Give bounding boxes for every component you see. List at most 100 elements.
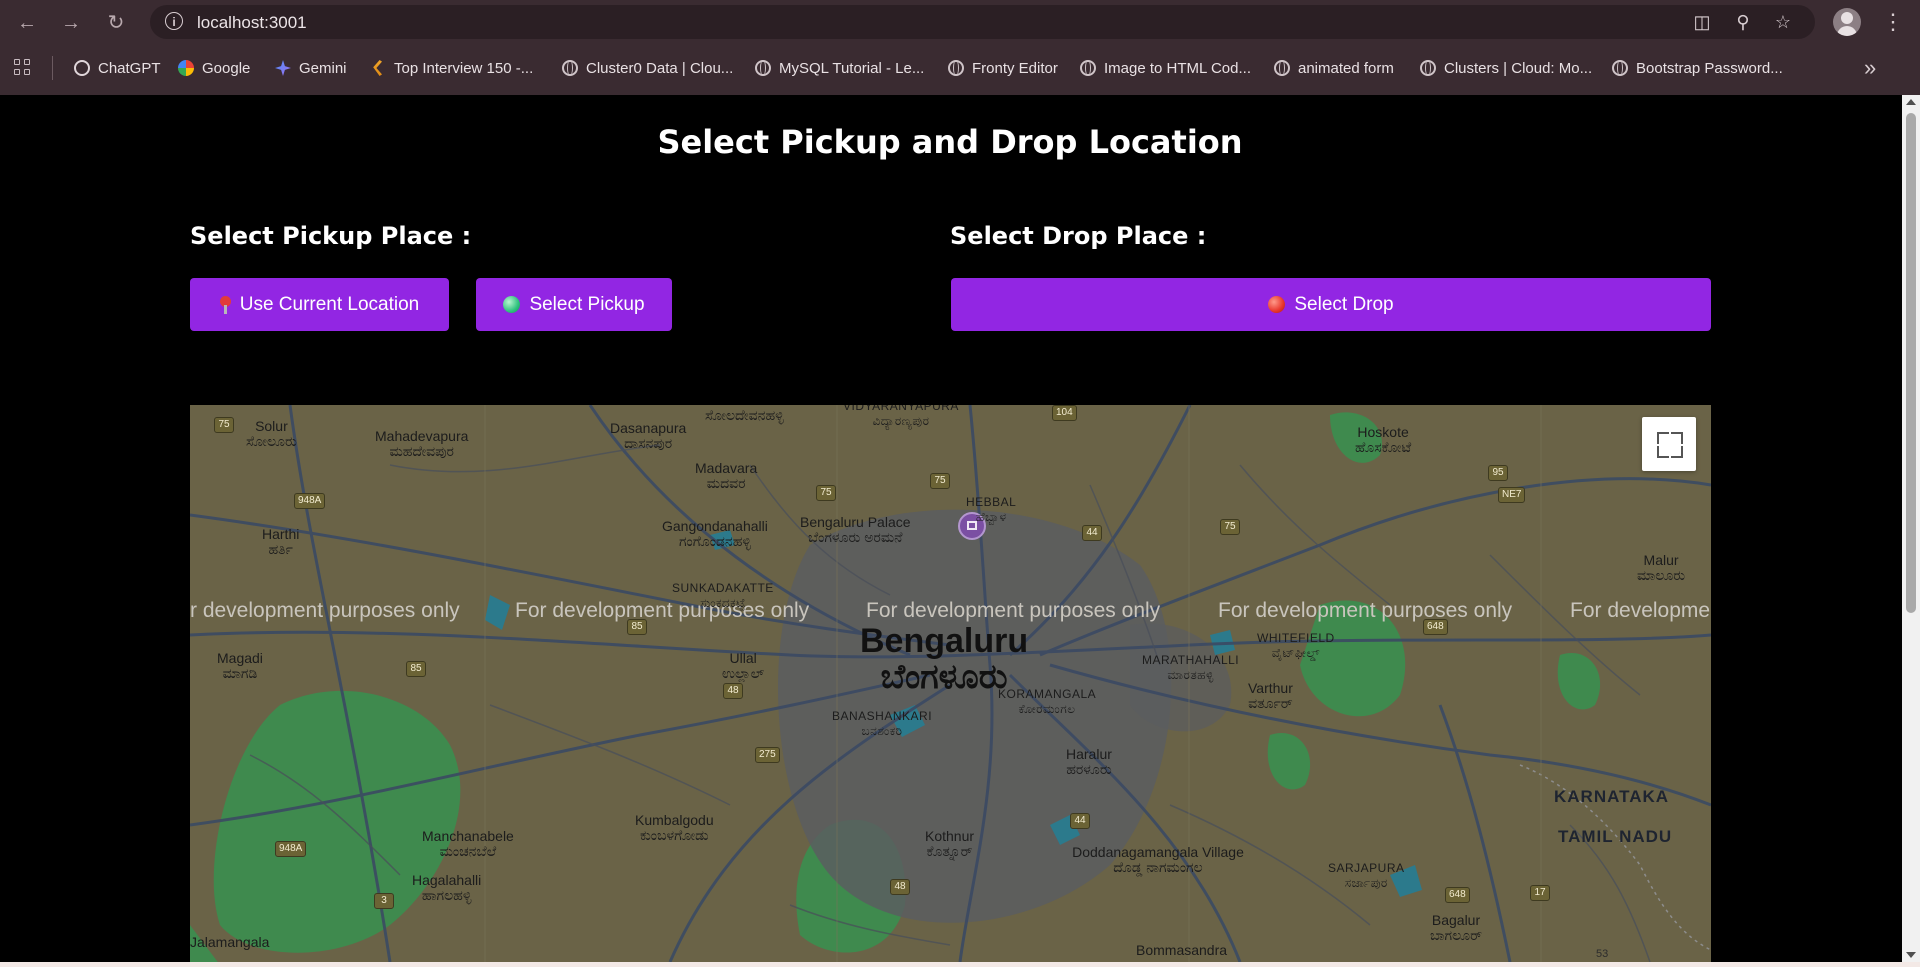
road-shield: 75 [214,417,234,433]
bookmark-item[interactable]: Fronty Editor [948,57,1058,79]
map-place-label: SUNKADAKATTE ಸುಂಕದಕಟ್ಟೆ [672,581,774,610]
bookmark-label: Gemini [299,59,347,77]
map-fullscreen-button[interactable] [1642,417,1696,471]
select-drop-button[interactable]: Select Drop [951,278,1711,331]
browser-chrome: ← → ↻ i localhost:3001 ◫ ⚲ ☆ ⋮ ChatGPT G… [0,0,1920,95]
bookmark-item[interactable]: Image to HTML Cod... [1080,57,1251,79]
globe-icon [562,60,578,76]
page-title: Select Pickup and Drop Location [657,123,1243,161]
dev-watermark: r development purposes only [190,599,460,622]
bookmark-item[interactable]: Top Interview 150 -... [370,57,533,79]
bookmark-label: ChatGPT [98,59,161,77]
select-pickup-button[interactable]: Select Pickup [476,278,672,331]
map-place-label: Hagalahalli ಹಾಗಲಹಳ್ಳಿ [412,872,482,903]
road-shield: 75 [816,485,836,501]
map-city-label: Bengaluru ಬೆಂಗಳೂರು [860,622,1029,696]
bookmark-item[interactable]: Gemini [275,57,347,79]
road-shield: 948A [294,493,326,509]
bookmark-label: MySQL Tutorial - Le... [779,59,925,77]
forward-arrow-icon[interactable]: → [58,10,84,36]
globe-icon [755,60,771,76]
road-shield: 648 [1445,887,1470,903]
map-place-label: Hoskote ಹೊಸಕೋಟೆ [1355,424,1412,455]
map-place-label: Magadi ಮಾಗಡಿ [217,650,263,681]
road-shield: NE7 [1498,487,1526,503]
bookmark-star-icon[interactable]: ☆ [1771,10,1795,34]
globe-icon [1612,60,1628,76]
bookmark-label: Fronty Editor [972,59,1058,77]
map-view[interactable]: r development purposes only For developm… [190,405,1711,962]
zoom-icon[interactable]: ⚲ [1731,10,1755,34]
fullscreen-icon [1657,432,1669,444]
map-attribution: 53 [1596,948,1609,960]
map-place-label: Madavara ಮದವರ [695,460,758,491]
road-shield: 85 [627,619,647,635]
road-shield: 48 [890,879,910,895]
dev-watermark: For development purposes only [866,599,1161,622]
apps-grid-icon[interactable] [14,59,32,77]
install-app-icon[interactable]: ◫ [1690,10,1714,34]
url-text[interactable]: localhost:3001 [197,13,307,33]
bookmark-label: animated form [1298,59,1394,77]
road-shield: 948A [275,841,307,857]
more-bookmarks-icon[interactable]: » [1864,55,1876,81]
map-place-label: VIDYARANYAPURA ವಿದ್ಯಾರಣ್ಯಪುರ [843,405,959,428]
map-place-label: Kothnur ಕೊತ್ನೂರ್ [925,828,975,859]
map-place-label: Mahadevapura ಮಹದೇವಪುರ [375,428,469,459]
browser-menu-icon[interactable]: ⋮ [1882,8,1904,36]
bookmark-item[interactable]: ChatGPT [74,57,161,79]
bookmark-item[interactable]: Bootstrap Password... [1612,57,1783,79]
bookmark-label: Bootstrap Password... [1636,59,1783,77]
scroll-down-arrow-icon[interactable] [1906,952,1916,958]
road-shield: 648 [1423,619,1448,635]
bookmark-item[interactable]: Clusters | Cloud: Mo... [1420,57,1592,79]
map-state-label: TAMIL NADU [1558,827,1673,846]
red-circle-icon [1268,296,1286,313]
address-bar[interactable]: i localhost:3001 ◫ ⚲ ☆ [150,5,1815,39]
road-shield: 44 [1070,813,1090,829]
map-place-label: SARJAPURA ಸರ್ಜಾಪುರ [1328,861,1405,890]
page-content: Select Pickup and Drop Location Select P… [0,95,1902,962]
map-place-label: Jalamangala [190,934,270,950]
site-info-icon[interactable]: i [165,12,183,30]
dev-watermark: For development purposes only [1218,599,1513,622]
drop-section-label: Select Drop Place : [950,222,1207,250]
globe-icon [1420,60,1436,76]
road-shield: 3 [374,893,394,909]
fullscreen-icon [1671,446,1683,458]
map-place-label: WHITEFIELD ವೈಟ್‌ಫೀಲ್ಡ್ [1257,631,1335,660]
back-arrow-icon[interactable]: ← [14,10,40,36]
bookmark-label: Top Interview 150 -... [394,59,534,77]
scroll-up-arrow-icon[interactable] [1906,99,1916,105]
location-pin-icon [219,295,231,314]
bookmark-label: Google [202,59,251,77]
page-scrollbar[interactable] [1902,95,1920,962]
bookmark-item[interactable]: Cluster0 Data | Clou... [562,57,733,79]
leetcode-icon [373,60,382,76]
bookmark-item[interactable]: Google [178,57,250,79]
window-bottom-edge [0,962,1920,967]
map-place-label: Doddanagamangala Village ದೊಡ್ಡ ನಾಗಮಂಗಲ [1072,844,1244,875]
pickup-section-label: Select Pickup Place : [190,222,472,250]
map-place-label: Ullal ಉಲ್ಲಾಲ್ [722,650,765,681]
map-place-label: Gangondanahalli ಗಂಗೊಂಡನಹಳ್ಳಿ [662,518,768,549]
bookmark-item[interactable]: animated form [1274,57,1394,79]
road-shield: 75 [930,473,950,489]
bookmark-item[interactable]: MySQL Tutorial - Le... [755,57,924,79]
globe-icon [948,60,964,76]
map-place-label: Solur ಸೋಲೂರು [246,418,297,449]
road-shield: 85 [406,661,426,677]
map-place-label: HEBBAL ಹೆಬ್ಬಾಳ [966,495,1017,524]
reload-icon[interactable]: ↻ [103,10,129,36]
green-circle-icon [503,296,521,313]
scrollbar-thumb[interactable] [1906,113,1916,613]
profile-avatar[interactable] [1833,8,1861,36]
fullscreen-icon [1671,432,1683,444]
google-icon [178,60,194,76]
use-current-location-button[interactable]: Use Current Location [190,278,449,331]
road-shield: 17 [1530,885,1550,901]
globe-icon [1274,60,1290,76]
road-shield: 75 [1220,519,1240,535]
map-place-label: Malur ಮಾಲೂರು [1637,552,1686,583]
road-shield: 48 [723,683,743,699]
